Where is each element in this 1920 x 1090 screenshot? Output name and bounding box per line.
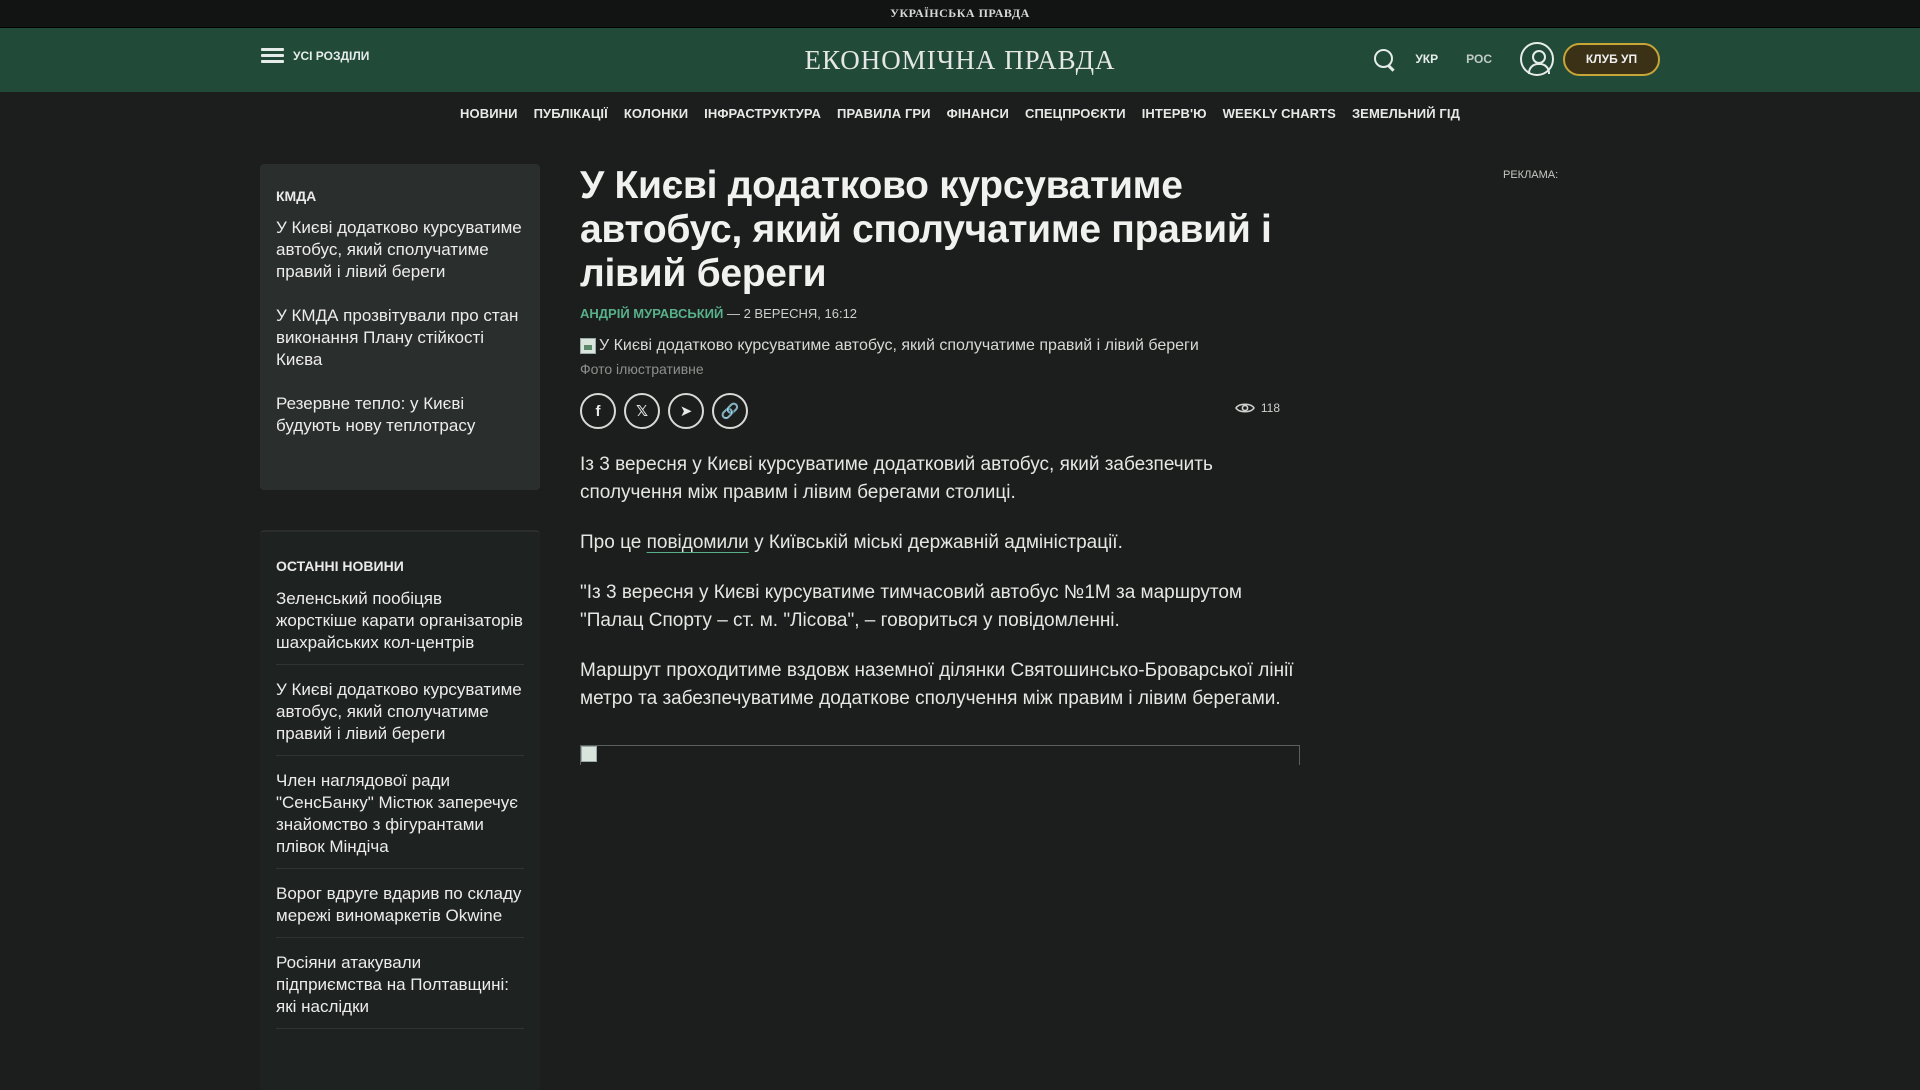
article-image-alt: У Києві додатково курсуватиме автобус, я… (599, 337, 1199, 354)
paragraph-text: Про це (580, 532, 647, 553)
list-item[interactable]: Зеленський пообіцяв жорсткіше карати орг… (276, 588, 524, 665)
latest-news-block: ОСТАННІ НОВИНИ Зеленський пообіцяв жорст… (260, 530, 540, 1090)
list-item[interactable]: У Києві додатково курсуватиме автобус, я… (276, 217, 524, 283)
facebook-share-icon[interactable]: f (580, 393, 616, 429)
broken-image-icon (581, 746, 597, 762)
nav-item-finance[interactable]: ФІНАНСИ (947, 106, 1009, 121)
article-image: У Києві додатково курсуватиме автобус, я… (580, 337, 1300, 355)
image-caption: Фото ілюстративне (580, 361, 704, 377)
article-paragraph: Із 3 вересня у Києві курсуватиме додатко… (580, 454, 1213, 503)
list-item[interactable]: Член наглядової ради "СенсБанку" Містюк … (276, 770, 524, 869)
tag-block-title[interactable]: КМДА (276, 188, 524, 204)
article-title: У Києві додатково курсуватиме автобус, я… (580, 164, 1272, 295)
tag-news-block: КМДА У Києві додатково курсуватиме автоб… (260, 164, 540, 490)
article-byline: АНДРІЙ МУРАВСЬКИЙ — 2 ВЕРЕСНЯ, 16:12 (580, 306, 1300, 321)
source-link[interactable]: повідомили (647, 532, 749, 553)
article-paragraph: Про це повідомили у Київській міські дер… (580, 529, 1300, 557)
club-up-button[interactable]: КЛУБ УП (1563, 42, 1660, 76)
lang-ukr-link[interactable]: УКР (1415, 52, 1438, 66)
nav-item-weekly-charts[interactable]: WEEKLY CHARTS (1223, 106, 1336, 121)
article-paragraph: Маршрут проходитиме вздовж наземної діля… (580, 660, 1294, 709)
nav-item-infrastructure[interactable]: ІНФРАСТРУКТУРА (704, 106, 821, 121)
header-actions: УКР РОС КЛУБ УП (1370, 42, 1660, 76)
article-quote: "Із 3 вересня у Києві курсуватиме тимчас… (580, 582, 1242, 631)
share-bar: f 𝕏 ➤ 🔗 118 (580, 393, 1300, 429)
paragraph-text: у Київській міські державній адміністрац… (748, 532, 1123, 553)
broken-image-icon (580, 338, 596, 354)
copy-link-icon[interactable]: 🔗 (712, 393, 748, 429)
x-share-icon[interactable]: 𝕏 (624, 393, 660, 429)
site-header: УСІ РОЗДІЛИ ЕКОНОМІЧНА ПРАВДА УКР РОС КЛ… (0, 28, 1920, 92)
nav-item-columns[interactable]: КОЛОНКИ (624, 106, 688, 121)
article-date: — 2 ВЕРЕСНЯ, 16:12 (723, 306, 858, 321)
article: У Києві додатково курсуватиме автобус, я… (580, 164, 1300, 765)
author-link[interactable]: АНДРІЙ МУРАВСЬКИЙ (580, 306, 723, 321)
lang-ros-link[interactable]: РОС (1466, 52, 1492, 66)
nav-item-publications[interactable]: ПУБЛІКАЦІЇ (534, 106, 608, 121)
embedded-image (580, 745, 1300, 765)
views-count: 118 (1260, 401, 1280, 415)
nav-item-special-projects[interactable]: СПЕЦПРОЄКТИ (1025, 106, 1126, 121)
top-brand-bar: УКРАЇНСЬКА ПРАВДА (0, 0, 1920, 28)
list-item[interactable]: Ворог вдруге вдарив по складу мережі вин… (276, 883, 524, 938)
views-counter: 118 (1234, 401, 1280, 415)
eye-icon (1234, 403, 1255, 413)
ad-label: РЕКЛАМА: (1503, 169, 1559, 181)
nav-item-rules[interactable]: ПРАВИЛА ГРИ (837, 106, 931, 121)
list-item[interactable]: У Києві додатково курсуватиме автобус, я… (276, 679, 524, 756)
main-nav: НОВИНИ ПУБЛІКАЦІЇ КОЛОНКИ ІНФРАСТРУКТУРА… (0, 92, 1920, 134)
nav-item-news[interactable]: НОВИНИ (460, 106, 518, 121)
top-brand-link[interactable]: УКРАЇНСЬКА ПРАВДА (890, 6, 1030, 21)
user-profile-icon[interactable] (1520, 42, 1554, 76)
list-item[interactable]: У КМДА прозвітували про стан виконання П… (276, 305, 524, 371)
telegram-share-icon[interactable]: ➤ (668, 393, 704, 429)
nav-item-interview[interactable]: ІНТЕРВ'Ю (1142, 106, 1207, 121)
nav-item-land-guide[interactable]: ЗЕМЕЛЬНИЙ ГІД (1352, 106, 1460, 121)
latest-news-title[interactable]: ОСТАННІ НОВИНИ (276, 558, 524, 574)
list-item[interactable]: Резервне тепло: у Києві будують нову теп… (276, 393, 524, 437)
search-icon[interactable] (1370, 45, 1398, 73)
list-item[interactable]: Росіяни атакували підприємства на Полтав… (276, 952, 524, 1029)
